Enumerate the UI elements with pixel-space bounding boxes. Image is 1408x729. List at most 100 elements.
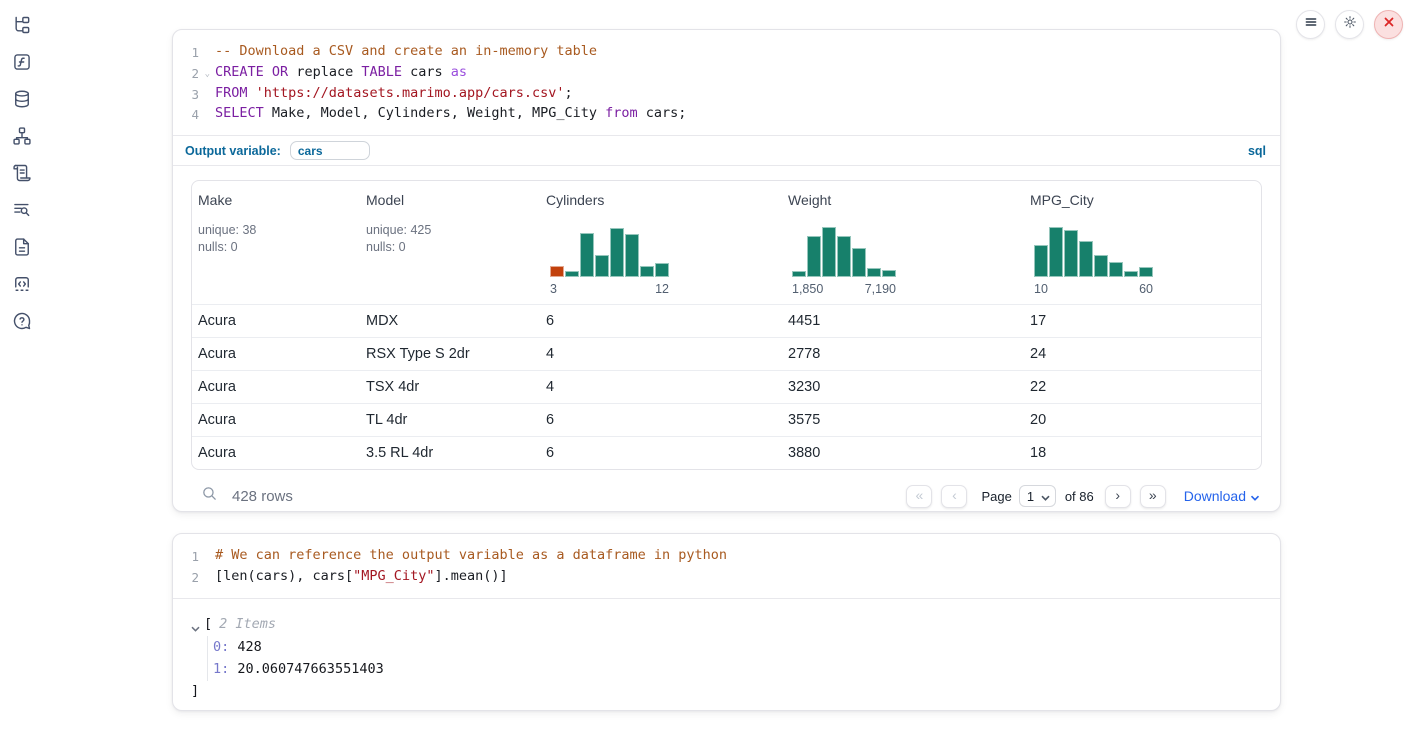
histogram-bar[interactable] — [625, 234, 639, 277]
code-line[interactable]: 3FROM 'https://datasets.marimo.app/cars.… — [173, 84, 1280, 105]
column-stats: unique: 38nulls: 0 — [198, 222, 354, 256]
result-output: [ 2 Items 0: 428 1: 20.060747663551403 ] — [173, 598, 1280, 713]
help-icon[interactable] — [12, 310, 33, 331]
topbar — [1296, 10, 1403, 39]
open-bracket: [ — [204, 616, 212, 632]
column-name[interactable]: Cylinders — [546, 192, 776, 208]
histogram-bar[interactable] — [640, 266, 654, 277]
histogram-bar[interactable] — [550, 266, 564, 277]
histogram-bar[interactable] — [1094, 255, 1108, 277]
histogram-bar[interactable] — [1139, 267, 1153, 277]
code-line[interactable]: 2[len(cars), cars["MPG_City"].mean()] — [173, 567, 1280, 588]
search-button[interactable] — [199, 486, 219, 506]
histogram-bar[interactable] — [580, 233, 594, 277]
documentation-icon[interactable] — [12, 236, 33, 257]
histogram-bar[interactable] — [1109, 262, 1123, 277]
table-cell: TSX 4dr — [360, 379, 540, 395]
histogram-bar[interactable] — [1079, 241, 1093, 277]
prev-page-button[interactable]: ‹ — [941, 485, 967, 508]
table-cell: 3.5 RL 4dr — [360, 445, 540, 461]
table-cell: Acura — [192, 445, 360, 461]
histogram-bar[interactable] — [1064, 230, 1078, 277]
histogram-bar[interactable] — [1049, 227, 1063, 277]
column-name[interactable]: MPG_City — [1030, 192, 1255, 208]
last-page-button[interactable]: » — [1140, 485, 1166, 508]
histogram-bar[interactable] — [610, 228, 624, 277]
gear-icon — [1343, 15, 1357, 34]
download-button[interactable]: Download — [1184, 488, 1260, 504]
code-line[interactable]: 2⌄CREATE OR replace TABLE cars as — [173, 63, 1280, 84]
column-header-make[interactable]: Make unique: 38nulls: 0 — [192, 181, 360, 304]
menu-button[interactable] — [1296, 10, 1325, 39]
column-histogram: 1060 — [1034, 225, 1153, 296]
sidebar — [0, 14, 44, 331]
table-cell: 20 — [1024, 412, 1261, 428]
result-item: 1: 20.060747663551403 — [213, 658, 1262, 681]
scratchpad-icon[interactable] — [12, 162, 33, 183]
column-name[interactable]: Weight — [788, 192, 1018, 208]
page-select[interactable]: 1 — [1019, 485, 1056, 507]
table-row[interactable]: AcuraMDX6445117 — [192, 304, 1261, 337]
sql-code-editor[interactable]: 1-- Download a CSV and create an in-memo… — [173, 30, 1280, 135]
table-row[interactable]: AcuraRSX Type S 2dr4277824 — [192, 337, 1261, 370]
histogram-bar[interactable] — [837, 236, 851, 277]
page-select-value: 1 — [1027, 489, 1034, 504]
snippets-icon[interactable] — [12, 273, 33, 294]
histogram-bar[interactable] — [807, 236, 821, 277]
histogram-bar[interactable] — [655, 263, 669, 277]
fold-chevron-icon[interactable]: ⌄ — [205, 65, 210, 85]
column-header-mpg_city[interactable]: MPG_City 1060 — [1024, 181, 1261, 304]
python-cell: 1# We can reference the output variable … — [172, 533, 1281, 711]
shutdown-button[interactable] — [1374, 10, 1403, 39]
chevron-down-icon — [1041, 489, 1050, 504]
output-variable-label: Output variable: — [185, 144, 281, 158]
histogram-bar[interactable] — [792, 271, 806, 277]
logs-icon[interactable] — [12, 199, 33, 220]
code-line[interactable]: 1-- Download a CSV and create an in-memo… — [173, 42, 1280, 63]
column-header-cylinders[interactable]: Cylinders312 — [540, 181, 782, 304]
histogram-bar[interactable] — [565, 271, 579, 277]
dependency-graph-icon[interactable] — [12, 125, 33, 146]
column-name[interactable]: Model — [366, 192, 534, 208]
next-page-button[interactable]: › — [1105, 485, 1131, 508]
code-line[interactable]: 1# We can reference the output variable … — [173, 546, 1280, 567]
items-count: 2 Items — [219, 616, 276, 632]
result-items: 0: 428 1: 20.060747663551403 — [207, 636, 1262, 681]
histogram-bar[interactable] — [867, 268, 881, 277]
histogram-bar[interactable] — [595, 255, 609, 277]
code-text: SELECT Make, Model, Cylinders, Weight, M… — [199, 104, 686, 125]
column-header-weight[interactable]: Weight1,8507,190 — [782, 181, 1024, 304]
item-index: 1: — [213, 661, 229, 677]
first-page-button[interactable]: « — [906, 485, 932, 508]
histogram-bar[interactable] — [852, 248, 866, 277]
table-cell: 2778 — [782, 346, 1024, 362]
histogram-bar[interactable] — [822, 227, 836, 277]
python-code-editor[interactable]: 1# We can reference the output variable … — [173, 534, 1280, 598]
page-label: Page — [981, 489, 1011, 504]
function-icon[interactable] — [12, 51, 33, 72]
page-total-label: of 86 — [1065, 489, 1094, 504]
table-row[interactable]: AcuraTSX 4dr4323022 — [192, 370, 1261, 403]
file-tree-icon[interactable] — [12, 14, 33, 35]
language-badge: sql — [1248, 144, 1266, 158]
table-cell: Acura — [192, 346, 360, 362]
column-name[interactable]: Make — [198, 192, 354, 208]
histogram-bar[interactable] — [1124, 271, 1138, 277]
sql-cell: 1-- Download a CSV and create an in-memo… — [172, 29, 1281, 512]
result-item: 0: 428 — [213, 636, 1262, 659]
collapse-chevron-icon[interactable] — [191, 620, 201, 628]
settings-button[interactable] — [1335, 10, 1364, 39]
database-icon[interactable] — [12, 88, 33, 109]
column-header-model[interactable]: Modelunique: 425nulls: 0 — [360, 181, 540, 304]
line-number: 4 — [173, 104, 199, 125]
histogram-axis-labels: 1060 — [1034, 282, 1153, 296]
download-label: Download — [1184, 488, 1246, 504]
table-row[interactable]: AcuraTL 4dr6357520 — [192, 403, 1261, 436]
output-variable-input[interactable] — [290, 141, 370, 160]
histogram-bar[interactable] — [1034, 245, 1048, 277]
code-line[interactable]: 4SELECT Make, Model, Cylinders, Weight, … — [173, 104, 1280, 125]
table-row[interactable]: Acura3.5 RL 4dr6388018 — [192, 436, 1261, 469]
table-body: AcuraMDX6445117AcuraRSX Type S 2dr427782… — [192, 304, 1261, 469]
histogram-bar[interactable] — [882, 270, 896, 277]
table-cell: 6 — [540, 445, 782, 461]
